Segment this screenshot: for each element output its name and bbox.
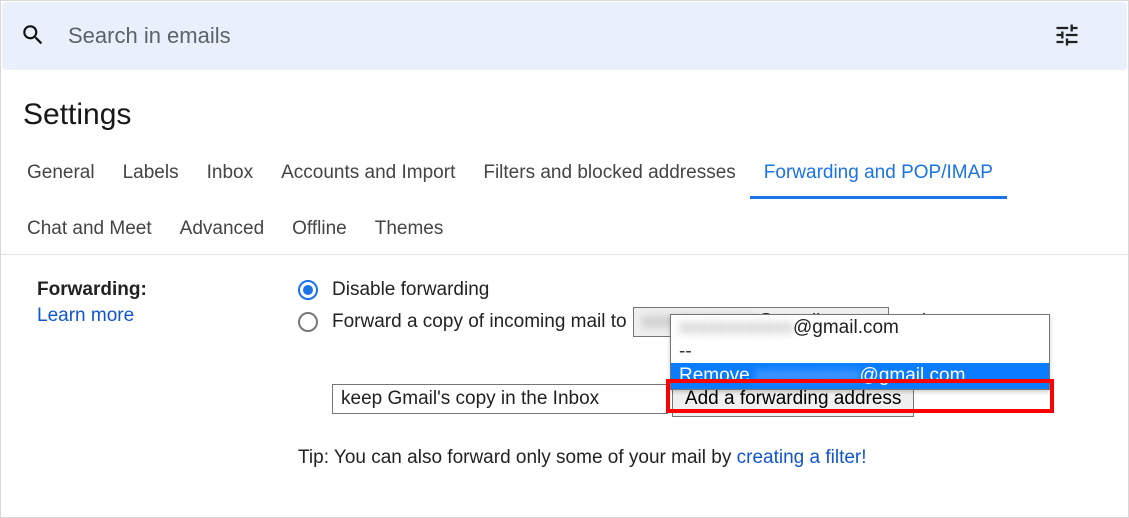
radio-disable-forwarding[interactable] [298,280,318,300]
dropdown-separator: -- [671,341,1049,363]
tip-text: Tip: You can also forward only some of y… [298,447,737,468]
dropdown-option-remove[interactable]: Remove xxxxxxxxxxx@gmail.com [671,363,1049,389]
settings-tabs: General Labels Inbox Accounts and Import… [1,154,1128,255]
page-title: Settings [23,98,1106,132]
forward-copy-label: Forward a copy of incoming mail to [332,311,627,333]
forwarding-section: Forwarding: Learn more Disable forwardin… [23,255,1106,469]
creating-filter-link[interactable]: creating a filter! [737,447,867,468]
redacted-email: xxxxxxxxxxx [755,365,860,386]
tab-forwarding[interactable]: Forwarding and POP/IMAP [750,154,1007,199]
learn-more-link[interactable]: Learn more [37,305,298,327]
forward-email-dropdown: xxxxxxxxxxxx@gmail.com -- Remove xxxxxxx… [670,314,1050,390]
tab-advanced[interactable]: Advanced [166,210,279,255]
dropdown-option-email[interactable]: xxxxxxxxxxxx@gmail.com [671,315,1049,341]
search-icon[interactable] [20,22,46,51]
tune-icon[interactable] [1053,21,1081,52]
search-bar [2,2,1127,70]
remove-suffix: @gmail.com [860,365,966,386]
dropdown-email-suffix: @gmail.com [793,317,899,338]
tab-themes[interactable]: Themes [361,210,458,255]
tab-general[interactable]: General [13,154,109,199]
remove-prefix: Remove [679,365,755,386]
keep-copy-select[interactable]: keep Gmail's copy in the Inbox [332,384,668,414]
redacted-email: xxxxxxxxxxxx [679,317,793,338]
disable-forwarding-label: Disable forwarding [332,279,489,301]
radio-forward-copy[interactable] [298,312,318,332]
tab-offline[interactable]: Offline [278,210,361,255]
forwarding-label: Forwarding: [37,279,298,301]
search-input[interactable] [68,23,1109,49]
tab-accounts[interactable]: Accounts and Import [267,154,469,199]
forwarding-tip: Tip: You can also forward only some of y… [298,447,1106,469]
tab-chat[interactable]: Chat and Meet [13,210,166,255]
tab-labels[interactable]: Labels [109,154,193,199]
tab-filters[interactable]: Filters and blocked addresses [469,154,749,199]
tab-inbox[interactable]: Inbox [193,154,267,199]
